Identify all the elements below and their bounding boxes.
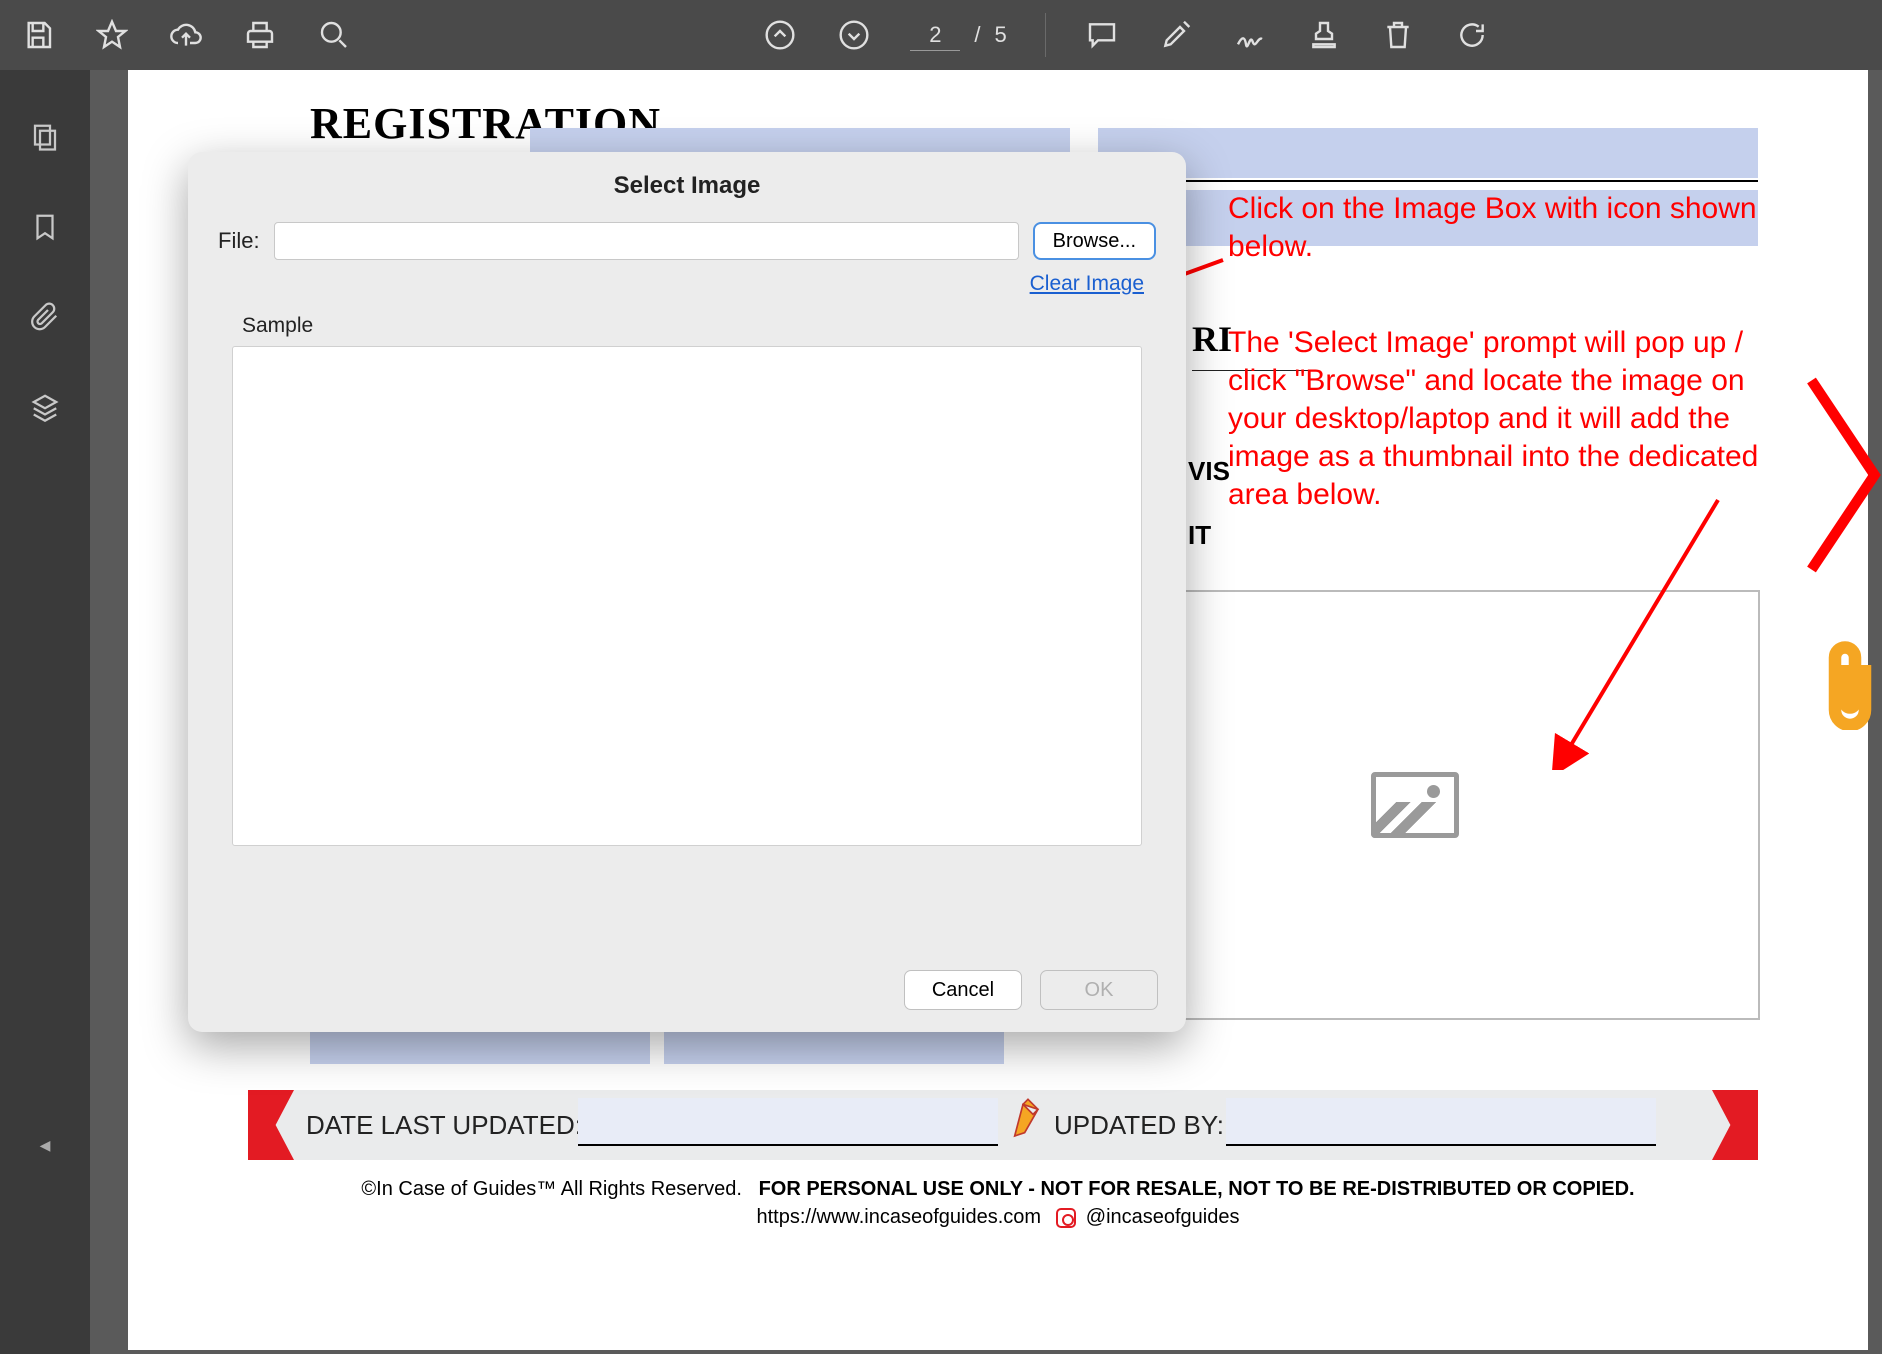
clear-image-link[interactable]: Clear Image [188,260,1186,296]
page-down-icon[interactable] [836,17,872,53]
stamp-icon[interactable] [1306,17,1342,53]
rotate-icon[interactable] [1454,17,1490,53]
date-last-updated-label: DATE LAST UPDATED: [306,1110,582,1141]
updated-by-field[interactable] [1226,1098,1656,1146]
toolbar-divider [1045,13,1046,57]
footer-bar: DATE LAST UPDATED: UPDATED BY: [248,1090,1758,1160]
text-fragment: RI [1192,318,1232,360]
ok-button[interactable]: OK [1040,970,1158,1010]
highlight-icon[interactable] [1158,17,1194,53]
select-image-dialog: Select Image File: Browse... Clear Image… [188,152,1186,1032]
text-fragment: VIS [1188,456,1230,487]
annotation-chevron-icon [1798,370,1882,585]
copyright-line-1: ©In Case of Guides™ All Rights Reserved.… [128,1178,1868,1201]
browse-button[interactable]: Browse... [1033,222,1156,260]
cloud-upload-icon[interactable] [168,17,204,53]
sample-preview [232,346,1142,846]
cancel-button[interactable]: Cancel [904,970,1022,1010]
page-current-input[interactable] [910,20,960,51]
zoom-icon[interactable] [316,17,352,53]
page-separator: / [974,22,980,48]
comment-icon[interactable] [1084,17,1120,53]
sample-label: Sample [188,296,1186,346]
copyright-line-2: https://www.incaseofguides.com @incaseof… [128,1206,1868,1229]
page-up-icon[interactable] [762,17,798,53]
instagram-icon [1056,1208,1076,1228]
form-field[interactable] [664,1030,1004,1064]
annotation-text-2: The 'Select Image' prompt will pop up / … [1228,324,1788,514]
date-last-updated-field[interactable] [578,1098,998,1146]
form-field[interactable] [1098,128,1758,178]
print-icon[interactable] [242,17,278,53]
text-fragment: IT [1188,520,1211,551]
trash-icon[interactable] [1380,17,1416,53]
file-path-input[interactable] [274,222,1019,260]
annotation-text-1: Click on the Image Box with icon shown b… [1228,190,1768,266]
paperclip-icon [1820,640,1880,730]
dialog-title: Select Image [188,152,1186,214]
star-icon[interactable] [94,17,130,53]
page-navigator: / 5 [910,20,1006,51]
side-panel: ◀ [0,70,90,1354]
thumbnails-icon[interactable] [28,120,62,154]
updated-by-label: UPDATED BY: [1054,1110,1224,1141]
form-field[interactable] [310,1030,650,1064]
bookmark-icon[interactable] [28,210,62,244]
image-placeholder-icon [1371,772,1459,838]
save-icon[interactable] [20,17,56,53]
attachment-icon[interactable] [28,300,62,334]
pdf-page: REGISTRATION RI VIS IT DATE LAST UPDATED… [128,70,1868,1350]
file-label: File: [218,228,260,254]
page-total: 5 [994,22,1006,48]
pdf-toolbar: / 5 [0,0,1882,70]
collapse-sidebar-icon[interactable]: ◀ [40,1137,51,1154]
document-viewport[interactable]: REGISTRATION RI VIS IT DATE LAST UPDATED… [90,70,1882,1354]
sign-icon[interactable] [1232,17,1268,53]
layers-icon[interactable] [28,390,62,424]
pencil-icon [1008,1096,1048,1150]
